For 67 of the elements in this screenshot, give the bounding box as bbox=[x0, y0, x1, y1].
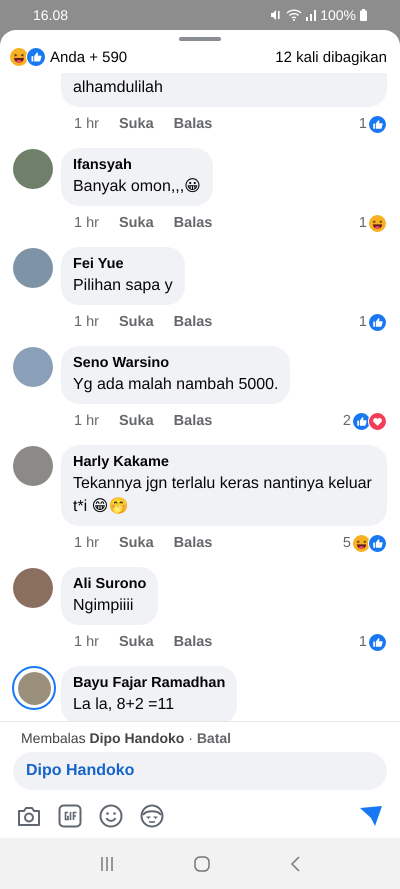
battery-percentage: 100% bbox=[320, 7, 356, 23]
reply-link[interactable]: Balas bbox=[174, 116, 212, 132]
reaction-summary[interactable]: Anda + 590 bbox=[50, 48, 128, 66]
camera-icon[interactable] bbox=[17, 805, 41, 827]
comment-author[interactable]: Bayu Fajar Ramadhan bbox=[73, 673, 226, 693]
back-icon[interactable] bbox=[290, 856, 300, 872]
thumbs-up-icon bbox=[368, 534, 387, 552]
comment-text: Banyak omon,,,😀 bbox=[73, 177, 201, 197]
reaction-count: 2 bbox=[342, 413, 351, 429]
clock: 16.08 bbox=[33, 7, 68, 23]
reply-link[interactable]: Balas bbox=[174, 215, 212, 231]
reply-link[interactable]: Balas bbox=[174, 413, 212, 429]
send-icon[interactable] bbox=[359, 805, 383, 827]
thumbs-up-icon bbox=[368, 632, 387, 652]
laughing-face-icon bbox=[352, 534, 371, 552]
comment-author[interactable]: Seno Warsino bbox=[73, 353, 278, 373]
comment-time: 1 hr bbox=[74, 413, 99, 429]
comment-text: Ngimpiiii bbox=[73, 596, 134, 616]
comment-author[interactable]: Fei Yue bbox=[73, 254, 173, 274]
mute-icon bbox=[270, 9, 282, 21]
comment-time: 1 hr bbox=[74, 535, 99, 551]
like-link[interactable]: Suka bbox=[119, 634, 154, 650]
reaction-count: 5 bbox=[342, 535, 351, 551]
comment-text: La la, 8+2 =11 bbox=[73, 695, 176, 715]
share-count[interactable]: 12 kali dibagikan bbox=[275, 48, 387, 66]
like-link[interactable]: Suka bbox=[119, 535, 154, 551]
recent-apps-icon[interactable] bbox=[100, 856, 114, 872]
reply-link[interactable]: Balas bbox=[174, 314, 212, 330]
laughing-face-icon bbox=[9, 47, 29, 67]
comment-text: Tekannya jgn terlalu keras nantinya keluar t*i 😁🤭 bbox=[73, 474, 373, 517]
avatar-face-icon[interactable] bbox=[140, 804, 164, 828]
reaction-count: 1 bbox=[358, 215, 367, 231]
reply-link[interactable]: Balas bbox=[174, 535, 212, 551]
reaction-count: 1 bbox=[358, 634, 367, 650]
thumbs-up-icon bbox=[352, 412, 371, 430]
comment-author[interactable]: Harly Kakame bbox=[73, 452, 375, 472]
comment-author[interactable]: Ali Surono bbox=[73, 574, 146, 594]
thumbs-up-icon bbox=[368, 312, 387, 332]
replying-to-text: Membalas Dipo Handoko · Batal bbox=[20, 729, 232, 748]
drag-handle[interactable] bbox=[179, 37, 221, 41]
wifi-icon bbox=[286, 9, 302, 21]
battery-icon bbox=[360, 9, 367, 21]
comment-text: Yg ada malah nambah 5000. bbox=[73, 375, 278, 395]
reaction-count: 1 bbox=[358, 314, 367, 330]
like-link[interactable]: Suka bbox=[119, 116, 154, 132]
comment-author[interactable]: Ifansyah bbox=[73, 155, 201, 175]
like-link[interactable]: Suka bbox=[119, 314, 154, 330]
gif-icon[interactable] bbox=[58, 804, 82, 828]
like-link[interactable]: Suka bbox=[119, 215, 154, 231]
comment-text: Pilihan sapa y bbox=[73, 276, 173, 296]
comment-input-field[interactable]: Dipo Handoko bbox=[13, 752, 387, 790]
reaction-count: 1 bbox=[358, 116, 367, 132]
thumbs-up-icon bbox=[368, 114, 387, 134]
comment-time: 1 hr bbox=[74, 215, 99, 231]
laughing-face-icon bbox=[368, 214, 387, 232]
reply-link[interactable]: Balas bbox=[174, 634, 212, 650]
home-icon[interactable] bbox=[194, 856, 210, 872]
comment-time: 1 hr bbox=[74, 634, 99, 650]
avatar-photo[interactable] bbox=[12, 666, 56, 710]
smiley-icon[interactable] bbox=[99, 804, 123, 828]
like-link[interactable]: Suka bbox=[119, 413, 154, 429]
comment-time: 1 hr bbox=[74, 116, 99, 132]
comment-time: 1 hr bbox=[74, 314, 99, 330]
signal-icon bbox=[306, 9, 316, 21]
thumbs-up-icon bbox=[26, 47, 46, 67]
comment-text: alhamdulilah bbox=[73, 78, 164, 98]
heart-icon bbox=[368, 412, 387, 430]
